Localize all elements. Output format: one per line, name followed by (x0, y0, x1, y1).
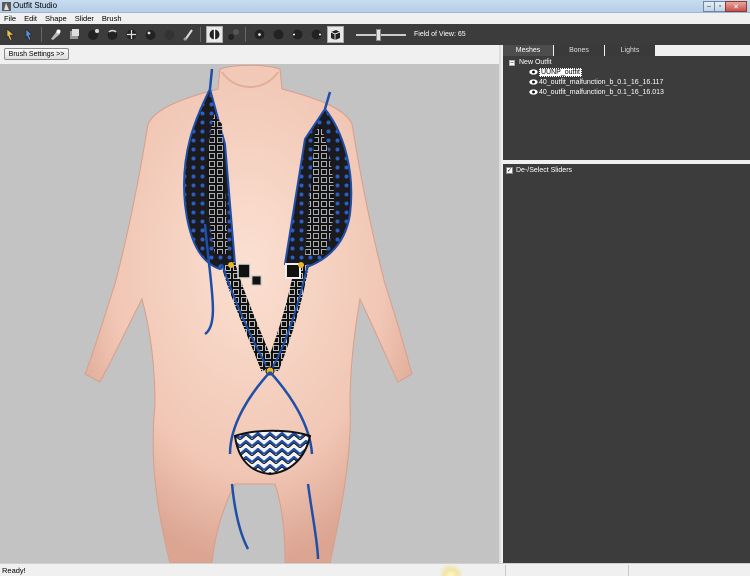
window-title: Outfit Studio (13, 1, 58, 10)
toolbar-separator (200, 27, 201, 42)
status-cell (627, 565, 750, 576)
view-right-icon[interactable] (308, 26, 325, 43)
sliders-list[interactable] (503, 177, 750, 563)
outfit-right-clasp (285, 263, 301, 279)
view-front-icon[interactable] (251, 26, 268, 43)
tree-item-mesh[interactable]: 40_outfit_malfunction_b_0.1_16_16.013 (529, 89, 664, 96)
status-bar: Ready! (0, 563, 750, 576)
right-panel: Meshes Bones Lights – New Outfit UUNP_ou… (501, 45, 750, 563)
title-bar: Outfit Studio – ▫ ✕ (0, 0, 750, 13)
inflate-brush-icon[interactable] (85, 26, 102, 43)
tree-root-node[interactable]: New Outfit (519, 59, 552, 66)
menu-brush[interactable]: Brush (98, 13, 126, 24)
status-cell (505, 565, 628, 576)
visibility-eye-icon[interactable] (529, 89, 538, 95)
tree-collapse-toggle[interactable]: – (509, 60, 515, 66)
field-of-view-slider[interactable] (356, 28, 406, 41)
mirror-x-icon[interactable] (206, 26, 223, 43)
menu-shape[interactable]: Shape (41, 13, 71, 24)
tree-item-mesh[interactable]: 40_outfit_malfunction_b_0.1_16_16.117 (529, 79, 663, 86)
tab-lights[interactable]: Lights (605, 45, 655, 56)
menu-edit[interactable]: Edit (20, 13, 41, 24)
sliders-header-label: De-/Select Sliders (516, 167, 573, 174)
status-cells (505, 565, 750, 576)
toolbar: Field of View: 65 (0, 24, 750, 45)
toolbar-separator (245, 27, 246, 42)
app-icon (2, 2, 11, 11)
tree-item-mesh[interactable]: UUNP_outfit (529, 68, 582, 77)
panel-tabs: Meshes Bones Lights (503, 45, 656, 56)
view-left-icon[interactable] (270, 26, 287, 43)
field-of-view-slider-thumb[interactable] (376, 28, 381, 41)
status-text: Ready! (2, 566, 26, 575)
toolbar-separator (41, 27, 42, 42)
visibility-eye-icon[interactable] (529, 79, 538, 85)
color-brush-icon[interactable] (180, 26, 197, 43)
field-of-view-label: Field of View: 65 (414, 31, 466, 38)
weight-brush-icon[interactable] (161, 26, 178, 43)
brush-settings-button[interactable]: Brush Settings >> (4, 48, 69, 60)
mesh-tree: – New Outfit UUNP_outfit 40_outfit_malfu… (503, 56, 750, 160)
tree-item-label: UUNP_outfit (539, 68, 582, 77)
move-brush-icon[interactable] (123, 26, 140, 43)
model-render (84, 64, 413, 563)
menu-file[interactable]: File (0, 13, 20, 24)
window-controls: – ▫ ✕ (703, 1, 747, 12)
visibility-eye-icon[interactable] (529, 69, 538, 75)
view-back-icon[interactable] (289, 26, 306, 43)
deflate-brush-icon[interactable] (104, 26, 121, 43)
tree-item-label: 40_outfit_malfunction_b_0.1_16_16.013 (539, 89, 664, 96)
select-sliders-checkbox[interactable]: ✓ (506, 167, 513, 174)
cursor-highlight (440, 563, 462, 576)
unmask-brush-icon[interactable] (66, 26, 83, 43)
3d-viewport[interactable] (0, 64, 499, 563)
viewport-area: Brush Settings >> (0, 45, 499, 563)
lighting-icon[interactable] (327, 26, 344, 43)
mask-brush-icon[interactable] (47, 26, 64, 43)
select-tool-icon[interactable] (2, 26, 19, 43)
tab-meshes[interactable]: Meshes (503, 45, 553, 56)
menu-bar: File Edit Shape Slider Brush (0, 13, 750, 24)
transform-tool-icon[interactable] (21, 26, 38, 43)
tab-bones[interactable]: Bones (554, 45, 604, 56)
smooth-brush-icon[interactable] (142, 26, 159, 43)
connected-only-icon[interactable] (225, 26, 242, 43)
menu-slider[interactable]: Slider (71, 13, 98, 24)
outfit-left-clasp (237, 263, 251, 279)
sliders-header[interactable]: ✓ De-/Select Sliders (503, 164, 750, 177)
tree-item-label: 40_outfit_malfunction_b_0.1_16_16.117 (539, 79, 664, 86)
close-button[interactable]: ✕ (725, 1, 747, 12)
